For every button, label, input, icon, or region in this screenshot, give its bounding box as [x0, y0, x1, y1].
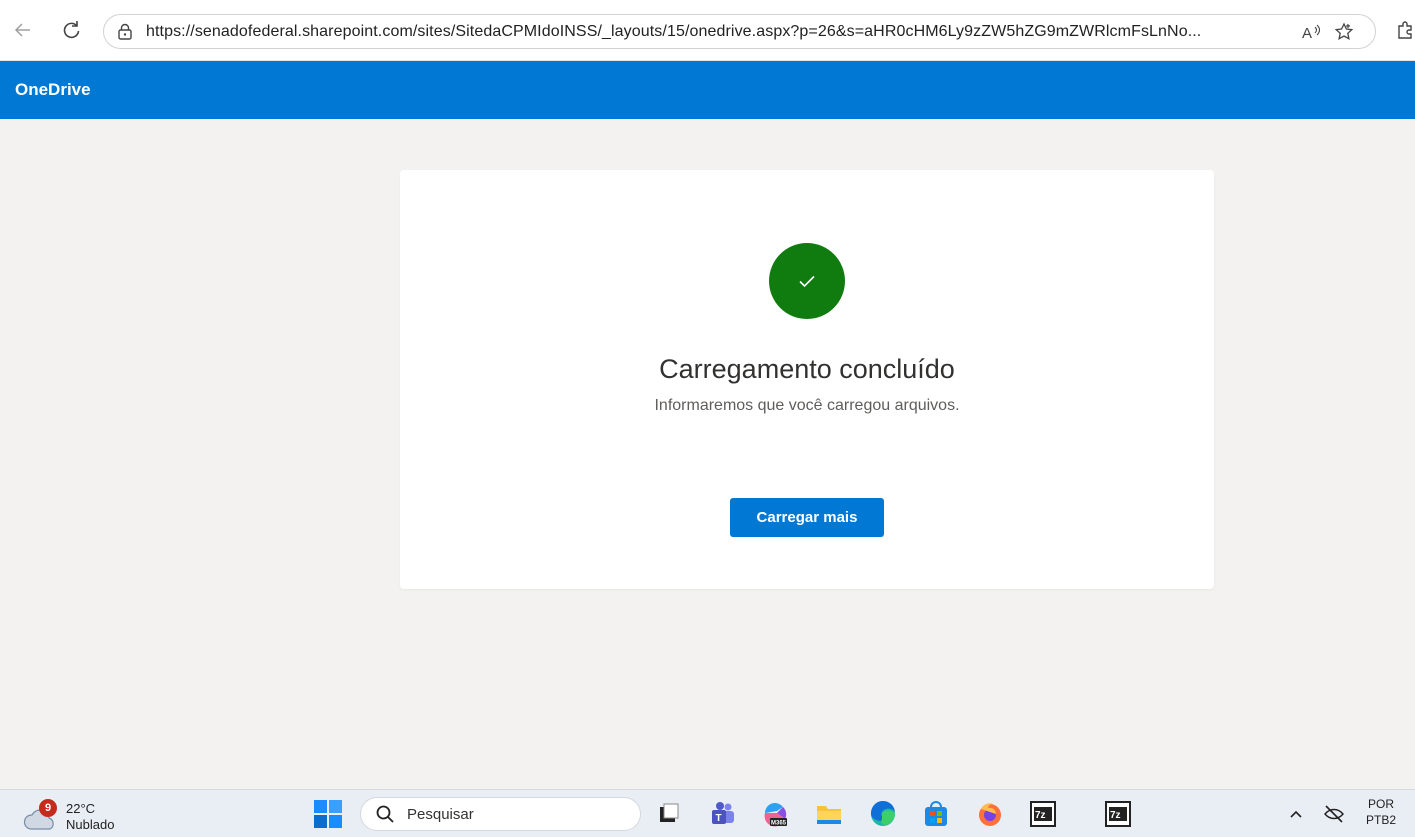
- upload-complete-card: Carregamento concluído Informaremos que …: [400, 170, 1214, 589]
- upload-complete-subtitle: Informaremos que você carregou arquivos.: [654, 397, 960, 414]
- svg-text:A: A: [1302, 25, 1312, 41]
- 7zip-label: 7z: [1035, 810, 1046, 821]
- back-icon[interactable]: [10, 17, 36, 43]
- url-text[interactable]: https://senadofederal.sharepoint.com/sit…: [146, 23, 1296, 41]
- read-aloud-icon[interactable]: A: [1300, 21, 1324, 43]
- site-info-icon[interactable]: [116, 23, 134, 45]
- favorite-star-icon[interactable]: [1332, 21, 1356, 43]
- 7zip-icon[interactable]: 7z: [1103, 799, 1133, 829]
- svg-text:T: T: [716, 813, 722, 824]
- m365-label: M365: [771, 821, 787, 827]
- weather-widget[interactable]: 9 22°C Nublado: [22, 799, 142, 833]
- upload-more-button[interactable]: Carregar mais: [730, 498, 884, 537]
- m365-icon[interactable]: M365: [761, 799, 791, 829]
- network-disconnected-icon[interactable]: [1322, 799, 1346, 829]
- browser-toolbar: https://senadofederal.sharepoint.com/sit…: [0, 0, 1415, 61]
- 7zip-icon[interactable]: 7z: [1028, 799, 1058, 829]
- checkmark-icon: [769, 243, 845, 319]
- file-explorer-icon[interactable]: [814, 799, 844, 829]
- 7zip-label: 7z: [1110, 810, 1121, 821]
- language-code: POR: [1368, 797, 1395, 811]
- app-header: OneDrive: [0, 61, 1415, 119]
- input-language-indicator[interactable]: POR PTB2: [1366, 796, 1396, 828]
- upload-complete-title: Carregamento concluído: [659, 354, 955, 384]
- show-hidden-icons-chevron-icon[interactable]: [1286, 799, 1306, 829]
- taskbar-search[interactable]: Pesquisar: [360, 797, 641, 831]
- address-bar[interactable]: https://senadofederal.sharepoint.com/sit…: [103, 14, 1376, 49]
- search-icon: [375, 804, 395, 828]
- search-placeholder: Pesquisar: [407, 806, 474, 823]
- weather-description: Nublado: [66, 817, 115, 832]
- weather-temperature: 22°C: [66, 801, 96, 816]
- store-icon[interactable]: [921, 799, 951, 829]
- firefox-icon[interactable]: [975, 799, 1005, 829]
- refresh-icon[interactable]: [58, 17, 84, 43]
- teams-icon[interactable]: T: [708, 799, 738, 829]
- app-title[interactable]: OneDrive: [15, 80, 91, 100]
- keyboard-layout-code: PTB2: [1366, 813, 1397, 827]
- windows-start-icon[interactable]: [313, 799, 343, 829]
- task-view-icon[interactable]: [654, 799, 684, 829]
- weather-alert-badge: 9: [39, 799, 57, 817]
- taskbar: 9 22°C Nublado Pesquisar T M365 7z 7z PO…: [0, 789, 1415, 837]
- extensions-icon[interactable]: [1392, 17, 1415, 43]
- edge-icon[interactable]: [868, 799, 898, 829]
